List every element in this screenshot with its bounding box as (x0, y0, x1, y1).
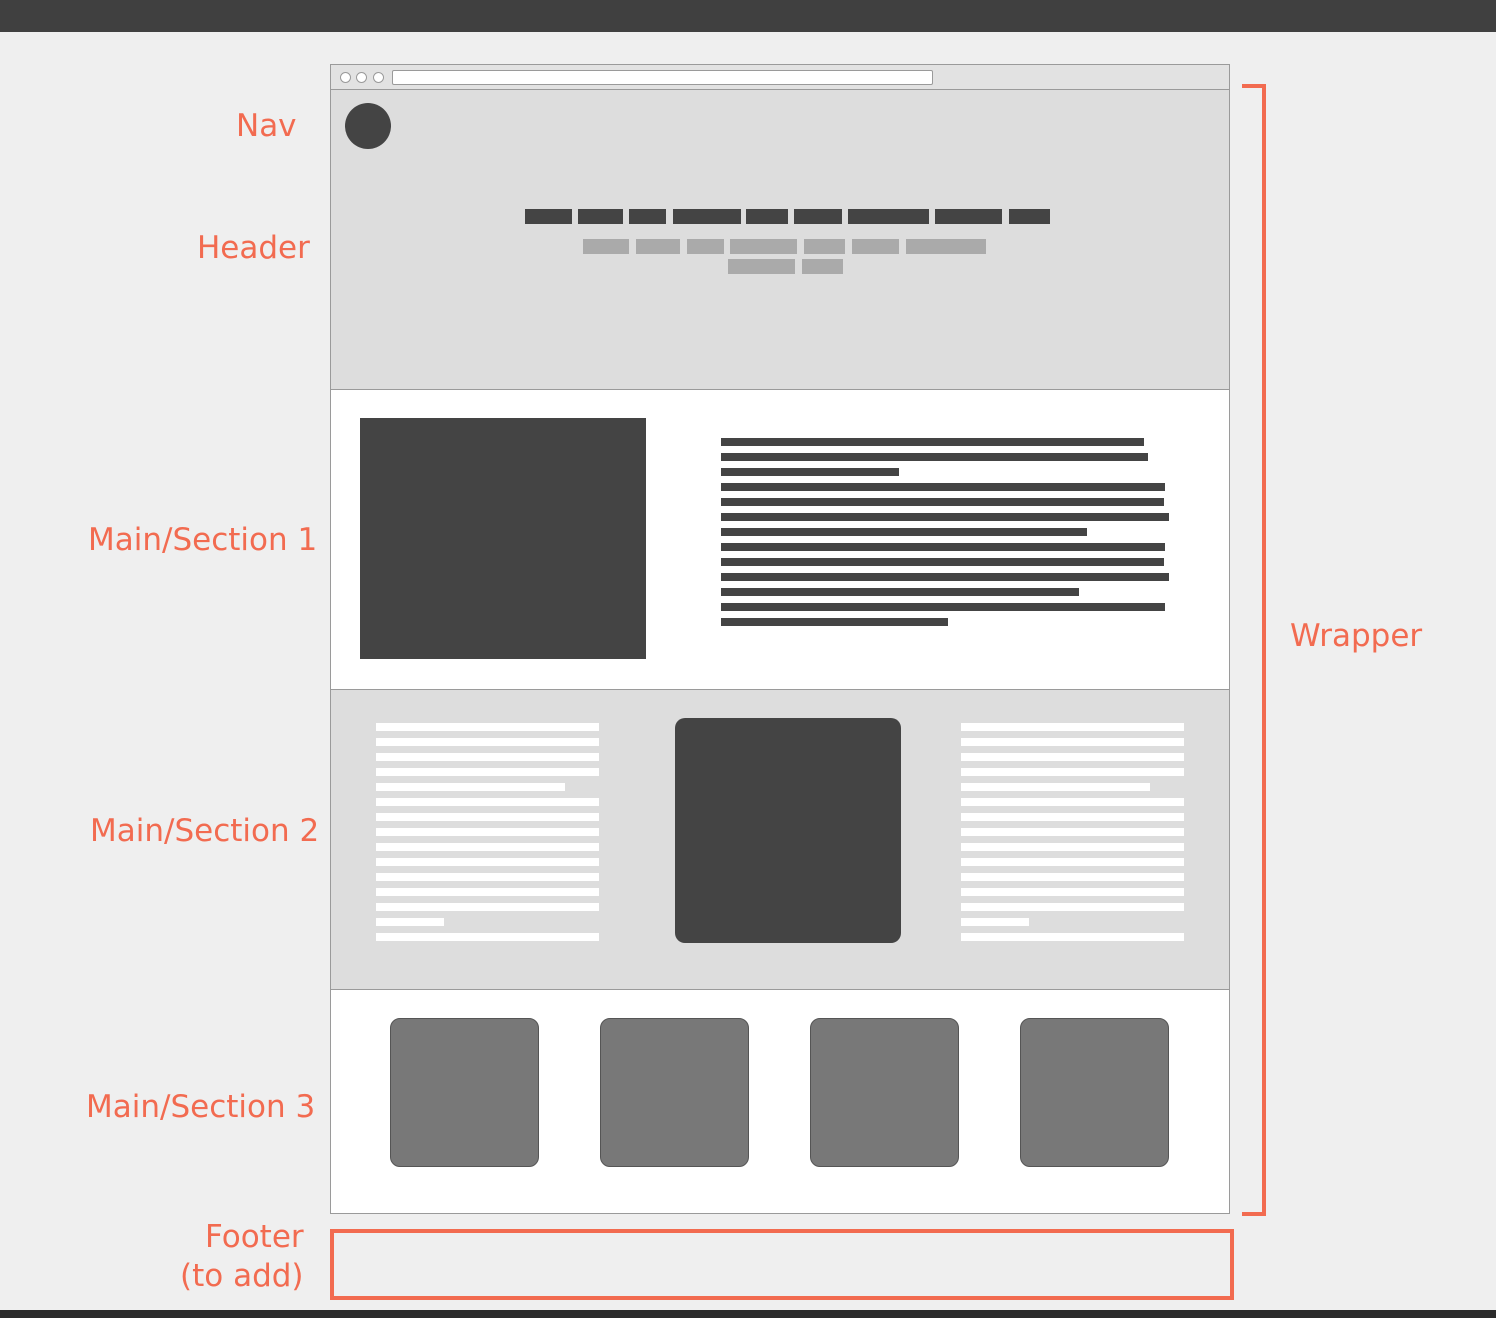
tile-placeholder (1020, 1018, 1169, 1167)
label-footer-note: (to add) (180, 1258, 304, 1294)
browser-chrome (331, 65, 1229, 90)
text-line-placeholder (961, 738, 1184, 746)
text-line-placeholder (376, 813, 599, 821)
title-placeholder-block (525, 209, 572, 224)
subtitle-placeholder-block (906, 239, 986, 254)
window-dot-icon (340, 72, 351, 83)
title-placeholder-block (1009, 209, 1050, 224)
image-placeholder (360, 418, 646, 659)
label-section-1: Main/Section 1 (88, 522, 318, 558)
text-line-placeholder (961, 873, 1184, 881)
subtitle-placeholder-block (804, 239, 845, 254)
wrapper-bracket (1242, 84, 1266, 1216)
text-line-placeholder (721, 513, 1169, 521)
text-line-placeholder (376, 903, 599, 911)
text-line-placeholder (961, 798, 1184, 806)
label-footer: Footer (205, 1219, 304, 1255)
window-dot-icon (373, 72, 384, 83)
text-line-placeholder (376, 768, 599, 776)
main-section-3 (331, 990, 1229, 1213)
text-line-placeholder (961, 918, 1029, 926)
text-line-placeholder (961, 813, 1184, 821)
subtitle-placeholder-block (728, 259, 795, 274)
logo-circle-icon (345, 103, 391, 149)
text-line-placeholder (961, 828, 1184, 836)
text-line-placeholder (721, 498, 1164, 506)
text-line-placeholder (961, 903, 1184, 911)
subtitle-placeholder-block (802, 259, 843, 274)
title-placeholder-block (578, 209, 623, 224)
text-line-placeholder (721, 483, 1165, 491)
title-placeholder-block (935, 209, 1002, 224)
subtitle-placeholder-block (852, 239, 899, 254)
text-line-placeholder (721, 588, 1079, 596)
text-line-placeholder (721, 528, 1087, 536)
text-line-placeholder (376, 738, 599, 746)
text-line-placeholder (721, 468, 899, 476)
text-line-placeholder (721, 453, 1148, 461)
subtitle-placeholder-block (583, 239, 629, 254)
text-line-placeholder (376, 843, 599, 851)
title-placeholder-block (848, 209, 929, 224)
text-line-placeholder (961, 843, 1184, 851)
text-line-placeholder (961, 888, 1184, 896)
text-line-placeholder (721, 603, 1165, 611)
address-bar (392, 70, 933, 85)
text-line-placeholder (721, 558, 1164, 566)
wireframe-browser-window (330, 64, 1230, 1214)
subtitle-placeholder-block (730, 239, 797, 254)
window-dot-icon (356, 72, 367, 83)
tile-placeholder (390, 1018, 539, 1167)
text-line-placeholder (961, 783, 1150, 791)
text-line-placeholder (376, 753, 599, 761)
bottom-bar (0, 1310, 1496, 1318)
label-header: Header (197, 230, 310, 266)
text-line-placeholder (961, 933, 1184, 941)
label-section-2: Main/Section 2 (90, 813, 320, 849)
footer-placeholder-outline (330, 1229, 1234, 1300)
text-line-placeholder (376, 798, 599, 806)
text-line-placeholder (376, 723, 599, 731)
text-line-placeholder (721, 573, 1169, 581)
main-section-2 (331, 690, 1229, 990)
text-line-placeholder (376, 858, 599, 866)
text-line-placeholder (961, 753, 1184, 761)
text-line-placeholder (721, 438, 1144, 446)
label-section-3: Main/Section 3 (86, 1089, 316, 1125)
tile-placeholder (600, 1018, 749, 1167)
label-wrapper: Wrapper (1290, 618, 1423, 654)
label-nav: Nav (236, 108, 297, 144)
text-line-placeholder (721, 543, 1165, 551)
text-line-placeholder (961, 768, 1184, 776)
text-line-placeholder (961, 723, 1184, 731)
main-section-1 (331, 390, 1229, 690)
title-placeholder-block (673, 209, 741, 224)
subtitle-placeholder-block (636, 239, 680, 254)
text-line-placeholder (376, 828, 599, 836)
text-line-placeholder (376, 933, 599, 941)
title-placeholder-block (794, 209, 842, 224)
image-placeholder (675, 718, 901, 943)
text-line-placeholder (376, 873, 599, 881)
text-line-placeholder (376, 918, 444, 926)
text-line-placeholder (376, 783, 565, 791)
text-line-placeholder (961, 858, 1184, 866)
title-placeholder-block (746, 209, 788, 224)
subtitle-placeholder-block (687, 239, 724, 254)
header-section (331, 90, 1229, 390)
top-app-bar (0, 0, 1496, 32)
text-line-placeholder (376, 888, 599, 896)
title-placeholder-block (629, 209, 666, 224)
tile-placeholder (810, 1018, 959, 1167)
text-line-placeholder (721, 618, 948, 626)
